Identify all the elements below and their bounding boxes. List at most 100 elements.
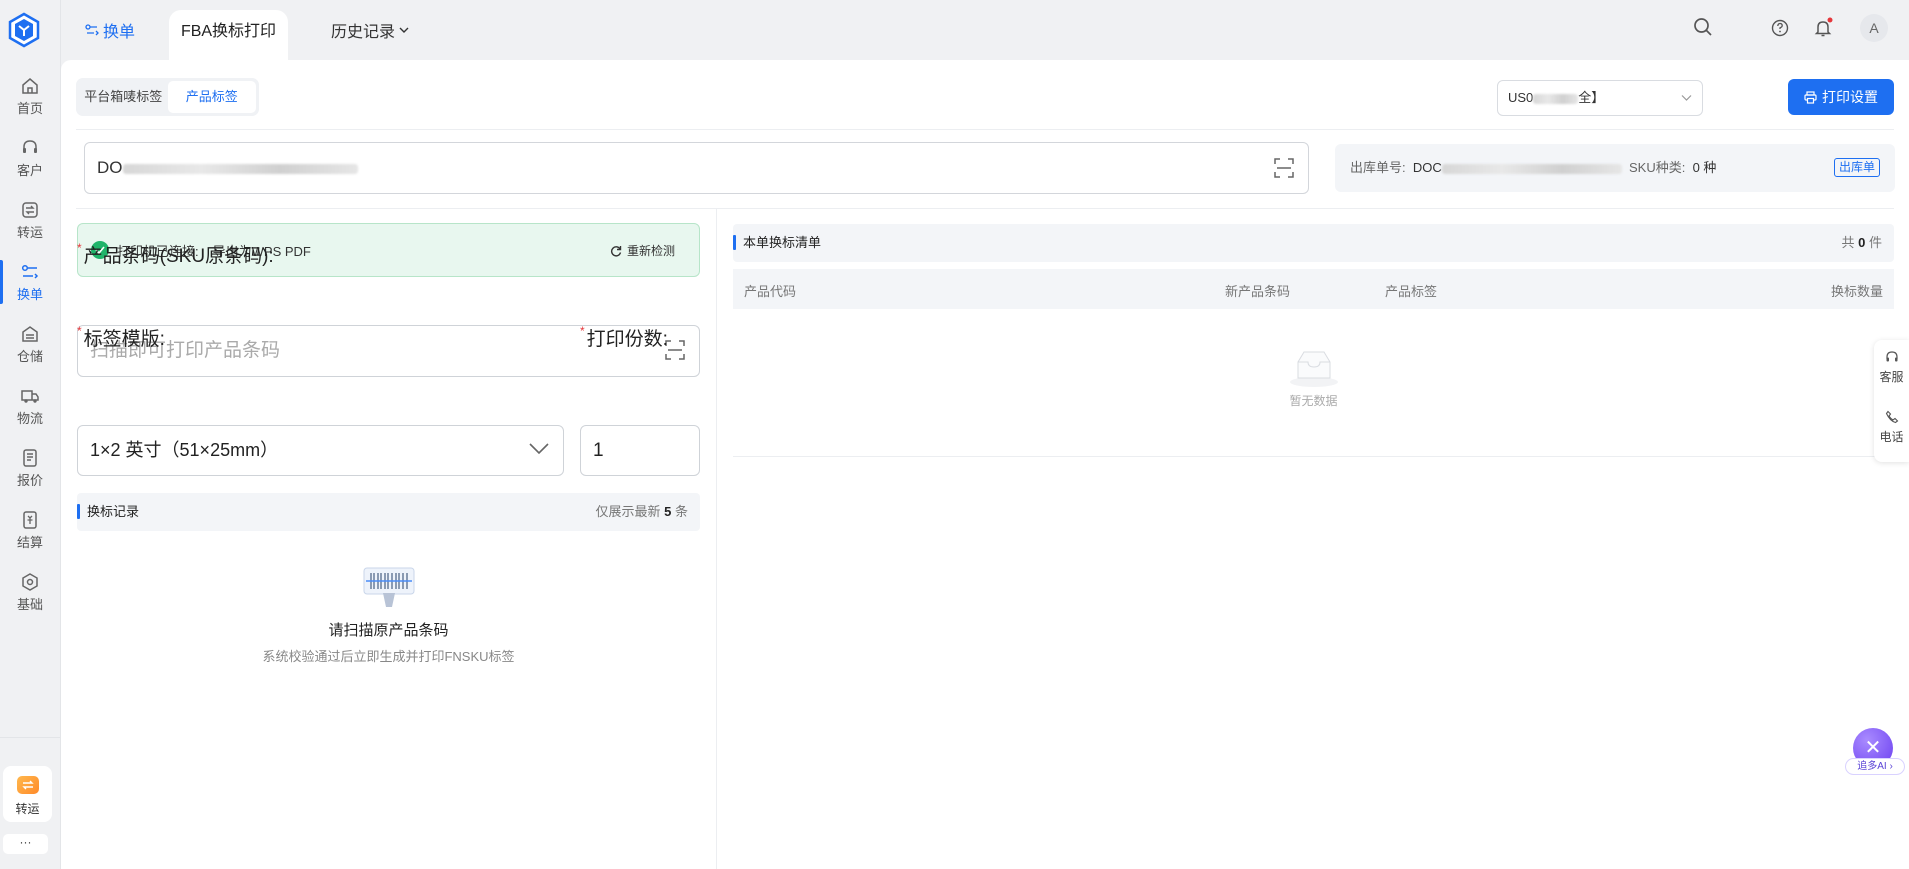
more-button[interactable]: ···	[3, 834, 48, 854]
recheck-button[interactable]: 重新检测	[610, 242, 675, 259]
phone-button[interactable]: 电话	[1874, 400, 1909, 460]
scan-icon[interactable]	[1274, 158, 1294, 178]
nav-item-quote[interactable]: 报价	[0, 442, 60, 504]
records-header: 换标记录 仅展示最新 5 条	[77, 493, 700, 531]
table-header: 产品代码 新产品条码 产品标签 换标数量	[733, 269, 1894, 309]
nav-item-settlement[interactable]: 结算	[0, 504, 60, 566]
records-empty-desc: 系统校验通过后立即生成并打印FNSKU标签	[262, 649, 515, 664]
required-mark: *	[77, 241, 82, 255]
list-header: 本单换标清单 共 0 件	[733, 224, 1894, 262]
nav-item-truck[interactable]: 物流	[0, 380, 60, 442]
quote-icon	[23, 449, 37, 467]
service-button[interactable]: 客服	[1874, 340, 1909, 400]
order-scan-input[interactable]: DO	[84, 142, 1309, 194]
table-bottom-border	[733, 456, 1894, 457]
headset-icon	[23, 140, 37, 153]
copies-label-text: 打印份数:	[586, 329, 668, 350]
warehouse-icon	[22, 326, 38, 342]
table-empty-state: 暂无数据	[733, 348, 1894, 409]
sku-kind-label: SKU种类:	[1628, 160, 1686, 175]
template-select[interactable]: 1×2 英寸（51×25mm）	[77, 425, 564, 476]
list-title: 本单换标清单	[743, 235, 822, 250]
records-hint-suffix: 条	[674, 504, 688, 519]
chevron-down-icon	[399, 27, 409, 33]
redacted-text	[122, 163, 358, 174]
ai-assistant-label[interactable]: 追多AI ›	[1845, 758, 1905, 775]
records-hint: 仅展示最新 5 条	[595, 493, 688, 531]
order-info: 出库单号: DOC SKU种类: 0 种 出库单	[1335, 144, 1895, 192]
nav-item-label: 报价	[16, 473, 43, 488]
warehouse-select[interactable]: US0 全】	[1497, 80, 1703, 116]
seg-platform-box-label[interactable]: 平台箱唛标签	[79, 81, 168, 113]
nav-item-label: 基础	[16, 597, 43, 612]
home-icon	[22, 78, 38, 94]
nav-item-label: 换单	[16, 287, 43, 302]
label-type-switch: 平台箱唛标签 产品标签	[76, 78, 259, 116]
sku-kind-value: 0 种	[1692, 160, 1717, 175]
transfer-icon	[22, 202, 38, 218]
records-hint-count: 5	[664, 504, 672, 519]
copies-label: * 打印份数:	[580, 324, 668, 351]
nav-item-home[interactable]: 首页	[0, 70, 60, 132]
notification-bell-icon[interactable]	[1813, 17, 1835, 39]
redacted-text	[1533, 93, 1579, 104]
search-icon[interactable]	[1693, 17, 1713, 37]
quick-transfer-button[interactable]: 转运	[3, 766, 52, 822]
order-no-label: 出库单号:	[1350, 160, 1406, 175]
product-code-label: * 产品条码(SKU原条码):	[77, 241, 274, 268]
settlement-icon	[23, 511, 37, 529]
table-empty-text: 暂无数据	[1289, 394, 1338, 408]
top-bar: 换单 FBA换标打印 历史记录 A	[61, 0, 1909, 60]
truck-icon	[21, 390, 39, 403]
nav-item-label: 客户	[16, 163, 43, 178]
swap-icon	[85, 24, 99, 36]
nav-item-headset[interactable]: 客户	[0, 132, 60, 194]
side-nav: 首页客户转运换单仓储物流报价结算基础	[0, 70, 60, 628]
list-total-suffix: 件	[1868, 235, 1882, 250]
warehouse-select-prefix: US0	[1508, 90, 1534, 105]
tab-fba-print[interactable]: FBA换标打印	[169, 10, 288, 60]
print-settings-label: 打印设置	[1822, 89, 1878, 105]
order-scan-value: DO	[97, 158, 123, 177]
tab-history[interactable]: 历史记录	[331, 10, 409, 50]
empty-box-icon	[1289, 351, 1338, 387]
avatar[interactable]: A	[1860, 14, 1888, 42]
divider	[76, 208, 1894, 209]
phone-label: 电话	[1879, 430, 1904, 444]
list-total-prefix: 共	[1841, 235, 1855, 250]
floating-contact-bar: 客服 电话	[1874, 340, 1909, 462]
scan-icon[interactable]	[665, 340, 685, 360]
nav-item-warehouse[interactable]: 仓储	[0, 318, 60, 380]
warehouse-select-suffix: 全】	[1578, 90, 1605, 105]
refresh-icon	[610, 245, 622, 256]
tab-history-label: 历史记录	[331, 24, 396, 41]
copies-input[interactable]: 1	[580, 425, 700, 476]
service-label: 客服	[1879, 370, 1904, 384]
tab-swap[interactable]: 换单	[85, 10, 135, 50]
nav-item-swap[interactable]: 换单	[0, 256, 60, 318]
template-label: * 标签模版:	[77, 324, 165, 351]
list-total: 共 0 件	[1841, 224, 1882, 262]
required-mark: *	[77, 324, 82, 338]
seg-product-label[interactable]: 产品标签	[167, 81, 256, 113]
nav-item-label: 物流	[16, 411, 43, 426]
phone-icon	[1885, 410, 1898, 424]
records-title: 换标记录	[87, 504, 140, 519]
help-icon[interactable]	[1771, 17, 1789, 37]
order-no-value: DOC	[1412, 160, 1442, 175]
nav-item-label: 首页	[16, 101, 43, 116]
redacted-text	[1441, 163, 1622, 174]
tab-swap-label: 换单	[103, 24, 136, 41]
print-settings-button[interactable]: 打印设置	[1788, 79, 1894, 115]
col-new-barcode: 新产品条码	[1225, 284, 1291, 299]
barcode-scanner-icon	[363, 567, 414, 607]
nav-item-transfer[interactable]: 转运	[0, 194, 60, 256]
rail-divider	[0, 737, 60, 738]
nav-item-label: 结算	[16, 535, 43, 550]
quick-transfer-label: 转运	[15, 802, 40, 816]
required-mark: *	[580, 324, 585, 338]
nav-item-settings[interactable]: 基础	[0, 566, 60, 628]
chevron-down-icon	[1681, 95, 1692, 101]
recheck-label: 重新检测	[626, 244, 675, 258]
app-logo-icon[interactable]	[7, 12, 41, 48]
